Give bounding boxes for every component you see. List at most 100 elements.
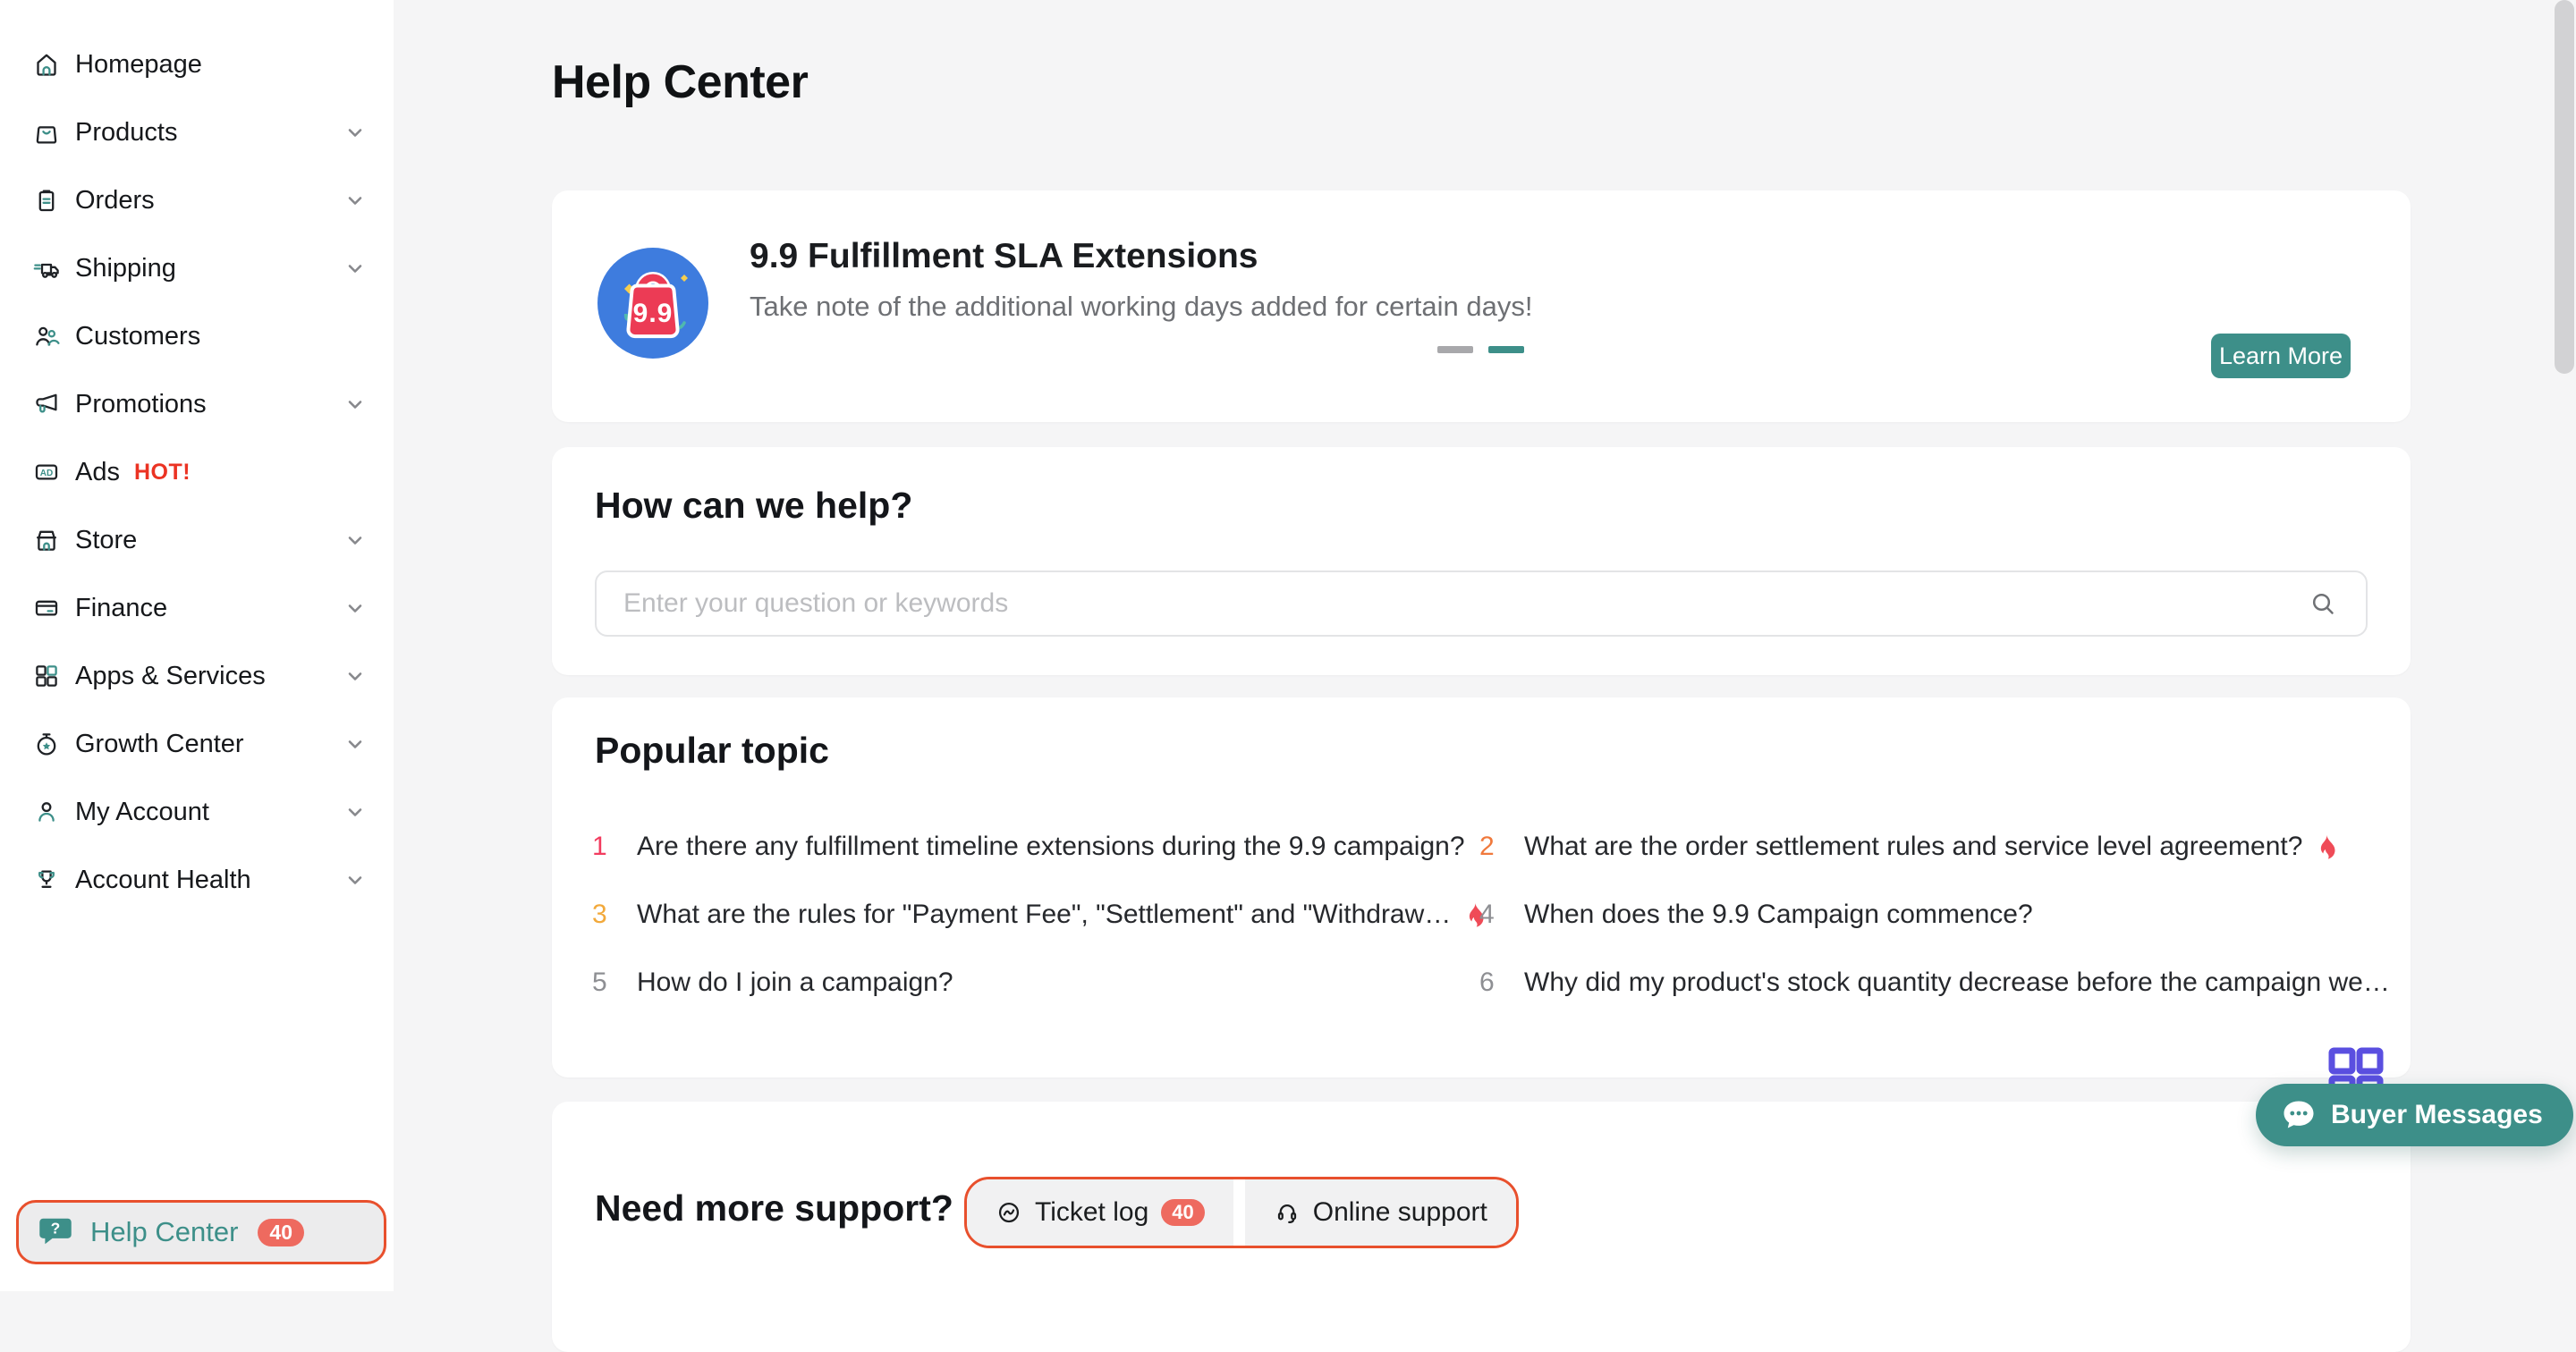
svg-text:?: ? — [51, 1220, 61, 1238]
topics-grid: 1 Are there any fulfillment timeline ext… — [592, 832, 2368, 997]
apps-grid-icon — [32, 662, 61, 690]
banner-title: 9.9 Fulfillment SLA Extensions — [750, 237, 1258, 276]
chevron-down-icon — [343, 121, 367, 144]
sidebar-item-account-health[interactable]: Account Health — [0, 846, 394, 914]
sidebar-item-products[interactable]: Products — [0, 98, 394, 166]
sidebar-item-shipping[interactable]: Shipping — [0, 234, 394, 302]
chevron-down-icon — [343, 732, 367, 756]
sidebar-item-label: Products — [75, 118, 177, 148]
sidebar-item-apps-services[interactable]: Apps & Services — [0, 642, 394, 710]
home-icon — [32, 50, 61, 79]
sidebar-item-label: Finance — [75, 594, 167, 623]
finance-card-icon — [32, 594, 61, 622]
campaign-banner-card: 9.9 9.9 Fulfillment SLA Extensions Take … — [552, 190, 2411, 422]
sidebar-nav: Homepage Products Orders Shipping Custom… — [0, 0, 394, 914]
trophy-icon — [32, 866, 61, 894]
sidebar-item-label: Account Health — [75, 866, 251, 895]
sidebar-item-label: Ads — [75, 458, 120, 487]
topic-item-6[interactable]: 6 Why did my product's stock quantity de… — [1479, 968, 2390, 997]
headset-icon — [1274, 1199, 1301, 1226]
buyer-messages-label: Buyer Messages — [2331, 1100, 2543, 1130]
store-icon — [32, 526, 61, 554]
sidebar-item-my-account[interactable]: My Account — [0, 778, 394, 846]
carousel-dot-2[interactable] — [1488, 346, 1524, 353]
scrollbar-thumb[interactable] — [2555, 0, 2574, 374]
carousel-indicators — [1437, 346, 1524, 353]
sidebar-item-label: Customers — [75, 322, 200, 351]
learn-more-button[interactable]: Learn More — [2211, 334, 2351, 378]
popular-topics-card: Popular topic 1 Are there any fulfillmen… — [552, 697, 2411, 1077]
chevron-down-icon — [343, 596, 367, 620]
support-card: Need more support? Ticket log 40 Online … — [552, 1102, 2411, 1352]
topic-rank: 1 — [592, 832, 613, 862]
shipping-truck-icon — [32, 254, 61, 283]
chat-bubble-icon — [2279, 1095, 2318, 1135]
search-icon[interactable] — [2309, 589, 2337, 618]
sidebar-item-label: Promotions — [75, 390, 207, 419]
help-center-button[interactable]: ? Help Center 40 — [16, 1200, 386, 1264]
topic-item-2[interactable]: 2 What are the order settlement rules an… — [1479, 832, 2390, 861]
topic-rank: 5 — [592, 968, 613, 998]
sidebar-item-label: Growth Center — [75, 730, 244, 759]
sidebar-item-orders[interactable]: Orders — [0, 166, 394, 234]
support-heading: Need more support? — [595, 1187, 953, 1229]
topic-text: How do I join a campaign? — [637, 968, 953, 998]
topic-item-1[interactable]: 1 Are there any fulfillment timeline ext… — [592, 832, 1479, 861]
flame-icon — [2313, 833, 2340, 860]
popular-topics-heading: Popular topic — [595, 730, 829, 772]
online-support-label: Online support — [1313, 1197, 1487, 1228]
sidebar-item-promotions[interactable]: Promotions — [0, 370, 394, 438]
products-bag-icon — [32, 118, 61, 147]
sidebar-item-label: My Account — [75, 798, 209, 827]
topic-text: What are the rules for "Payment Fee", "S… — [637, 900, 1451, 930]
sidebar-item-label: Apps & Services — [75, 662, 266, 691]
topic-rank: 2 — [1479, 832, 1500, 862]
sidebar-item-label: Store — [75, 526, 137, 555]
topic-rank: 6 — [1479, 968, 1500, 998]
topic-item-4[interactable]: 4 When does the 9.9 Campaign commence? — [1479, 900, 2390, 929]
buyer-messages-button[interactable]: Buyer Messages — [2256, 1084, 2573, 1146]
chevron-down-icon — [343, 664, 367, 688]
sidebar-item-label: Homepage — [75, 50, 202, 80]
search-box — [595, 570, 2368, 637]
ticket-log-button[interactable]: Ticket log 40 — [967, 1179, 1233, 1246]
sidebar-item-growth-center[interactable]: Growth Center — [0, 710, 394, 778]
account-person-icon — [32, 798, 61, 826]
ads-icon: AD — [32, 458, 61, 486]
sidebar-item-customers[interactable]: Customers — [0, 302, 394, 370]
chevron-down-icon — [343, 800, 367, 824]
growth-stopwatch-icon — [32, 730, 61, 758]
support-buttons: Ticket log 40 Online support — [964, 1177, 1519, 1248]
ticket-log-label: Ticket log — [1035, 1197, 1148, 1228]
sidebar-item-store[interactable]: Store — [0, 506, 394, 574]
campaign-99-label: 9.9 — [597, 299, 708, 329]
chevron-down-icon — [343, 189, 367, 212]
chevron-down-icon — [343, 393, 367, 416]
customers-people-icon — [32, 322, 61, 351]
topic-text: When does the 9.9 Campaign commence? — [1524, 900, 2033, 930]
help-chat-icon: ? — [38, 1216, 72, 1248]
topic-rank: 4 — [1479, 900, 1500, 930]
topic-text: What are the order settlement rules and … — [1524, 832, 2302, 862]
banner-subtitle: Take note of the additional working days… — [750, 291, 1532, 323]
chevron-down-icon — [343, 868, 367, 891]
help-center-badge: 40 — [258, 1219, 304, 1246]
carousel-dot-1[interactable] — [1437, 346, 1473, 353]
search-input[interactable] — [597, 588, 2309, 619]
sidebar-item-label: Shipping — [75, 254, 176, 283]
orders-clipboard-icon — [32, 186, 61, 215]
sidebar: Homepage Products Orders Shipping Custom… — [0, 0, 394, 1291]
ticket-count-badge: 40 — [1161, 1199, 1204, 1226]
sidebar-item-ads[interactable]: AD Ads HOT! — [0, 438, 394, 506]
svg-text:AD: AD — [40, 469, 53, 478]
topic-item-3[interactable]: 3 What are the rules for "Payment Fee", … — [592, 900, 1479, 929]
hot-badge: HOT! — [134, 460, 191, 486]
sidebar-item-label: Orders — [75, 186, 155, 215]
chevron-down-icon — [343, 257, 367, 280]
online-support-button[interactable]: Online support — [1245, 1179, 1516, 1246]
topic-item-5[interactable]: 5 How do I join a campaign? — [592, 968, 1479, 997]
sidebar-item-homepage[interactable]: Homepage — [0, 30, 394, 98]
promotions-megaphone-icon — [32, 390, 61, 418]
ticket-icon — [996, 1199, 1022, 1226]
sidebar-item-finance[interactable]: Finance — [0, 574, 394, 642]
